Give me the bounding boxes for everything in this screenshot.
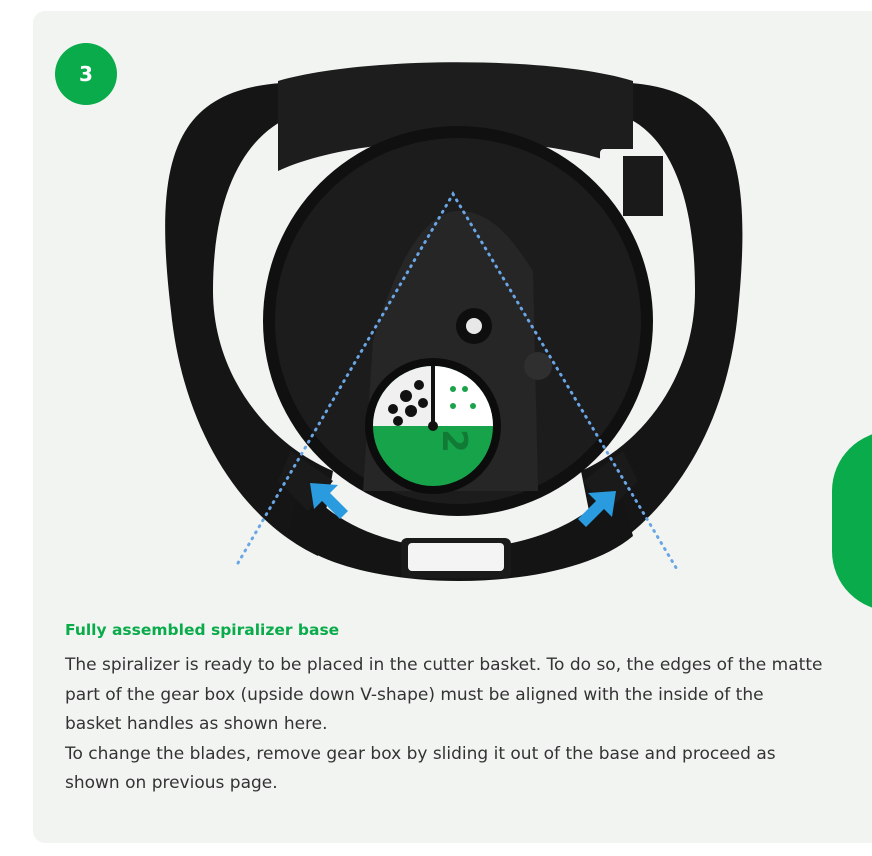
caption-body: The spiralizer is ready to be placed in …	[65, 651, 825, 799]
instruction-card: 2 3 Fully assembled spiralizer base The …	[33, 11, 872, 843]
caption-title: Fully assembled spiralizer base	[65, 621, 340, 639]
alignment-arrow-right-icon	[578, 491, 616, 527]
caption-paragraph: The spiralizer is ready to be placed in …	[65, 655, 823, 734]
spiralizer-base-image: 2	[165, 62, 743, 581]
step-number-badge: 3	[55, 43, 117, 105]
caption-paragraph: To change the blades, remove gear box by…	[65, 743, 776, 794]
svg-text:2: 2	[434, 429, 474, 453]
alignment-arrow-left-icon	[310, 483, 348, 519]
